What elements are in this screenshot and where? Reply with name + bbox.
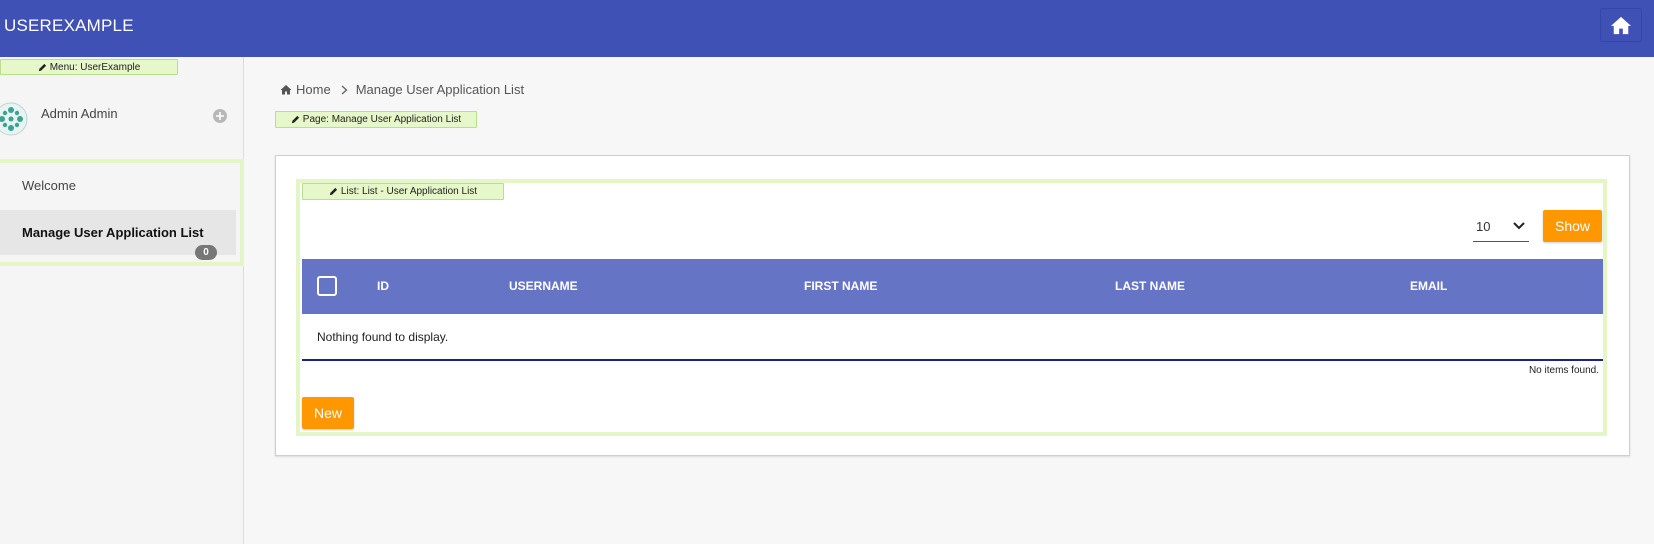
pencil-icon: [329, 187, 338, 196]
new-button[interactable]: New: [302, 397, 354, 429]
home-button[interactable]: [1600, 8, 1642, 42]
list-edit-tag[interactable]: List: List - User Application List: [302, 183, 504, 200]
column-header-id[interactable]: ID: [377, 279, 389, 293]
column-header-last-name[interactable]: LAST NAME: [1115, 279, 1185, 293]
page-size-select[interactable]: 10: [1473, 211, 1529, 242]
select-all-checkbox[interactable]: [317, 276, 337, 296]
avatar: [0, 102, 28, 136]
sidebar-item-label: Manage User Application List: [22, 225, 204, 240]
pencil-icon: [291, 115, 299, 124]
show-button[interactable]: Show: [1543, 210, 1602, 242]
list-edit-tag-label: List: List - User Application List: [340, 186, 478, 197]
page-edit-tag[interactable]: Page: Manage User Application List: [275, 111, 477, 128]
menu-edit-tag-label: Menu: UserExample: [49, 61, 141, 73]
chevron-down-icon: [1513, 222, 1525, 230]
expand-user-button[interactable]: [213, 109, 227, 123]
page-edit-tag-label: Page: Manage User Application List: [302, 114, 462, 125]
menu-edit-tag[interactable]: Menu: UserExample: [0, 59, 178, 75]
app-title[interactable]: USEREXAMPLE: [4, 16, 134, 36]
home-icon: [1611, 16, 1631, 35]
breadcrumb-home[interactable]: Home: [280, 82, 331, 97]
column-header-email[interactable]: EMAIL: [1410, 279, 1447, 293]
chevron-right-icon: [341, 84, 348, 95]
column-header-username[interactable]: USERNAME: [509, 279, 578, 293]
user-name[interactable]: Admin Admin: [41, 106, 118, 121]
no-items-text: No items found.: [1528, 365, 1599, 376]
table-header: ID USERNAME FIRST NAME LAST NAME EMAIL: [302, 259, 1603, 314]
column-header-first-name[interactable]: FIRST NAME: [804, 279, 877, 293]
plus-icon: [216, 112, 224, 120]
sidebar-item-welcome[interactable]: Welcome: [0, 163, 236, 208]
empty-message: Nothing found to display.: [302, 314, 1603, 361]
sidebar: Menu: UserExample Admin Admin Welcome Ma…: [0, 57, 244, 544]
page-size-value: 10: [1476, 218, 1491, 234]
pencil-icon: [38, 63, 46, 71]
user-block: Admin Admin: [0, 95, 244, 141]
sidebar-item-label: Welcome: [22, 178, 76, 193]
breadcrumb: Home Manage User Application List: [280, 82, 524, 97]
home-icon: [280, 85, 292, 95]
top-bar: USEREXAMPLE: [0, 0, 1654, 57]
breadcrumb-home-label: Home: [296, 82, 331, 97]
breadcrumb-current: Manage User Application List: [355, 82, 525, 97]
count-badge: 0: [195, 245, 217, 260]
